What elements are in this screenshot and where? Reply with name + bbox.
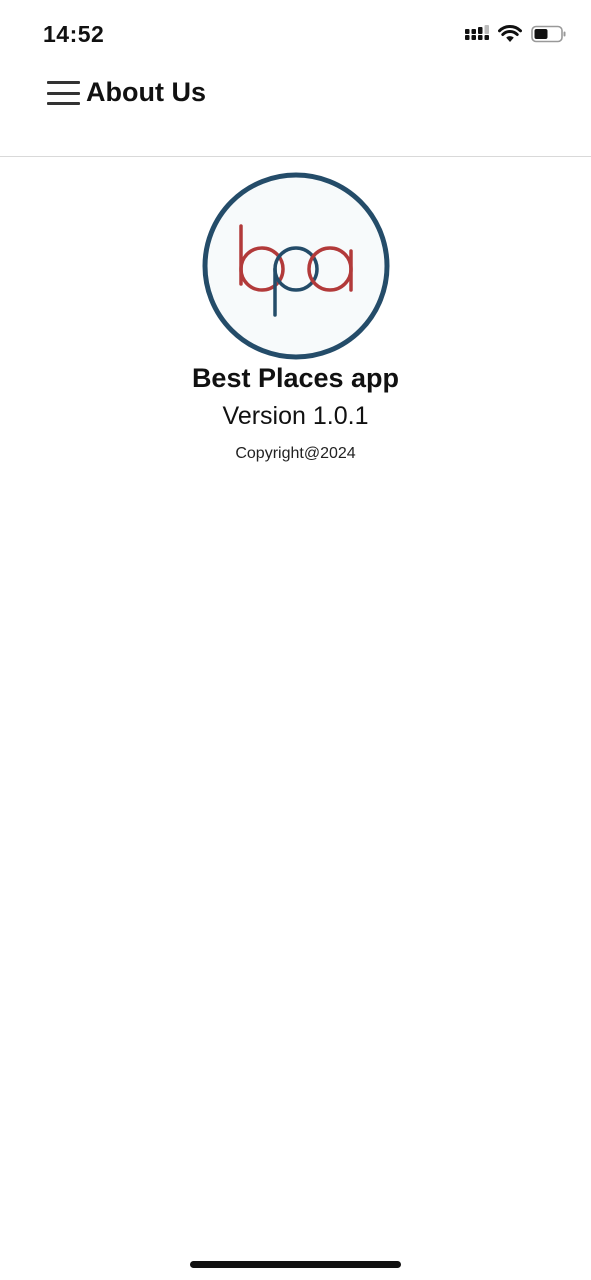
battery-icon (531, 25, 567, 48)
hamburger-line (47, 91, 80, 95)
app-name: Best Places app (191, 363, 400, 393)
app-header: About Us (0, 70, 591, 157)
status-time: 14:52 (43, 21, 105, 47)
hamburger-menu-icon (47, 81, 80, 84)
signal-icon (465, 24, 489, 48)
home-indicator[interactable] (190, 1261, 401, 1268)
about-content: Best Places app Version 1.0.1 Copyright@… (0, 157, 591, 463)
status-bar: 14:52 (0, 0, 591, 70)
copyright-text: Copyright@2024 (235, 445, 356, 462)
app-logo (201, 171, 391, 361)
page-title: About Us (86, 77, 206, 107)
app-version: Version 1.0.1 (222, 402, 369, 430)
menu-button[interactable] (47, 80, 81, 106)
hamburger-line (47, 102, 80, 105)
status-icons (465, 24, 567, 48)
wifi-icon (498, 24, 522, 48)
